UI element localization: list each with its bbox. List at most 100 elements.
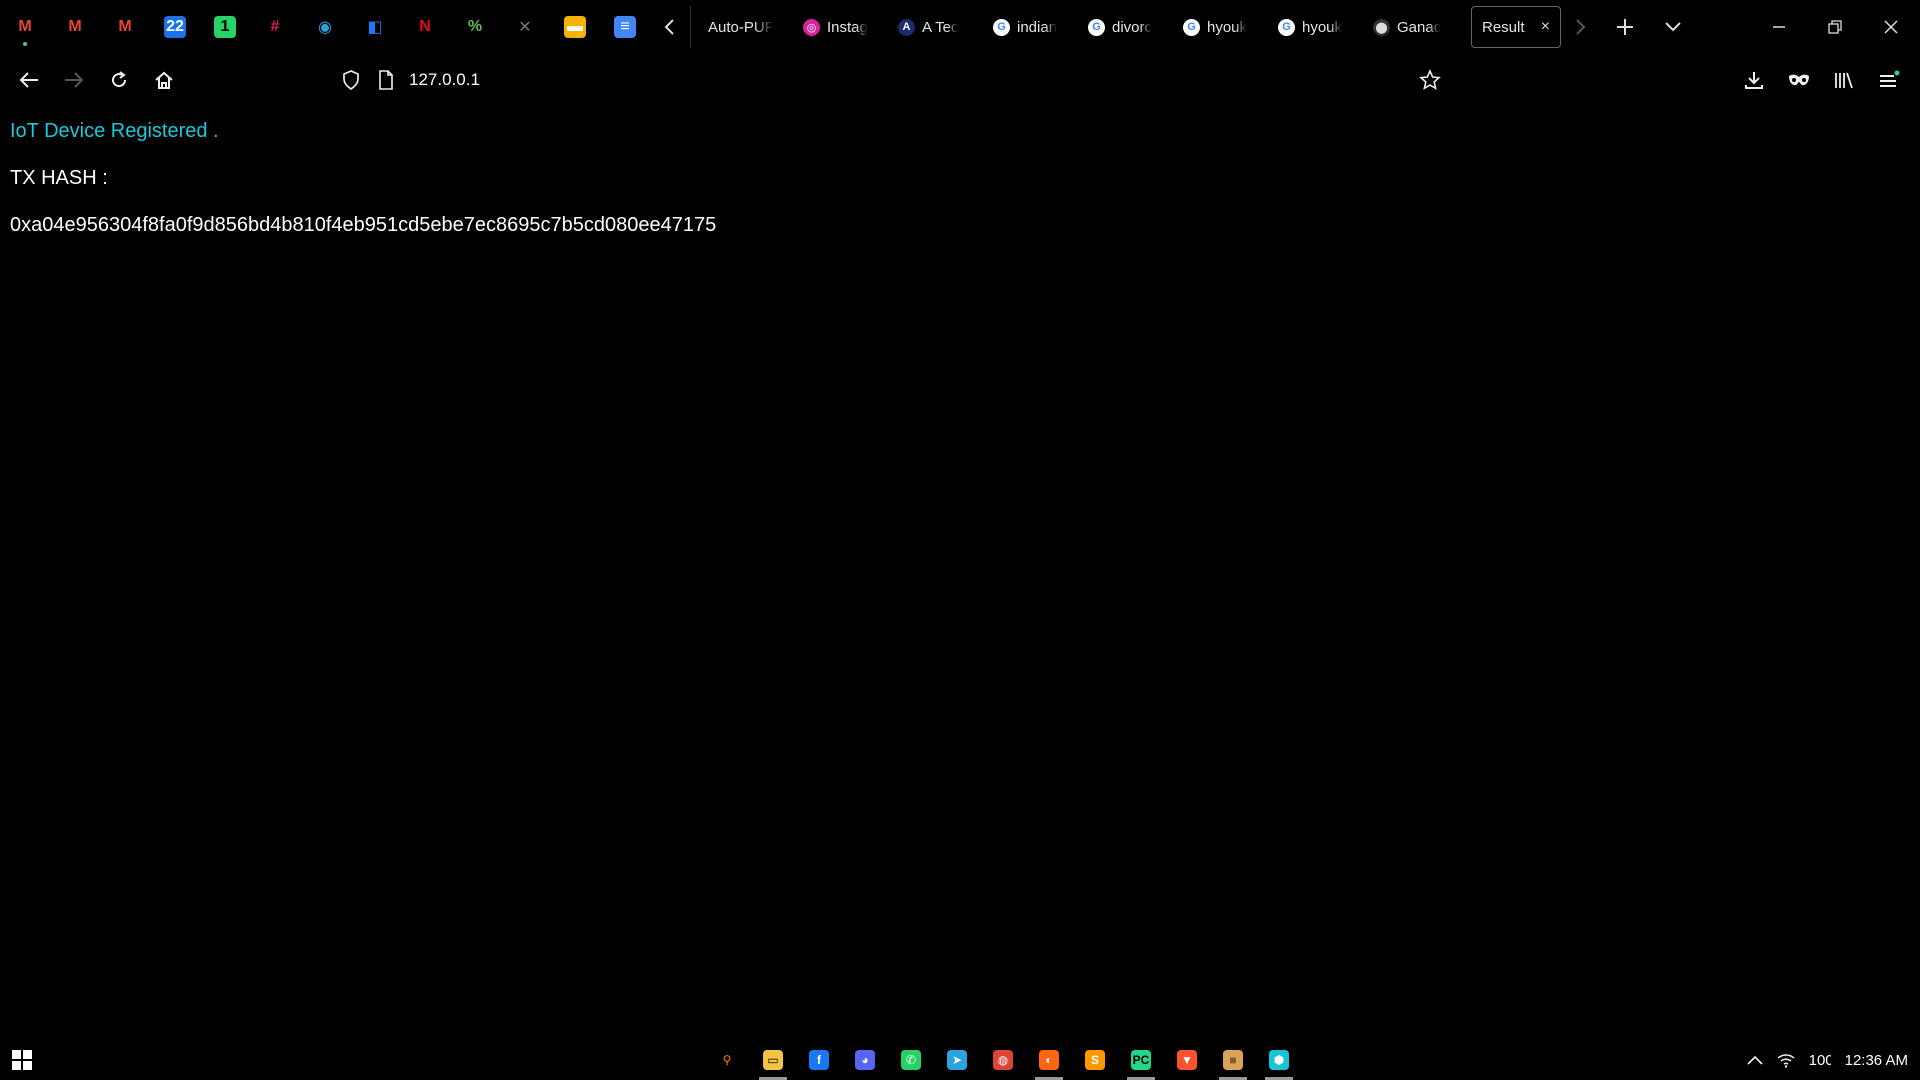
telegram-icon: ➤ xyxy=(947,1050,967,1070)
pinned-tab[interactable]: 22 xyxy=(150,0,200,54)
taskbar-app[interactable]: ▭ xyxy=(750,1040,796,1080)
browser-tab[interactable]: Auto-PUF xyxy=(700,6,795,48)
whatsapp-icon: 1 xyxy=(214,16,236,38)
close-tab-icon[interactable]: × xyxy=(1541,18,1550,36)
pinned-tab[interactable]: ▬ xyxy=(550,0,600,54)
firefox-icon: ◐ xyxy=(1039,1050,1059,1070)
package-icon: ■ xyxy=(1223,1050,1243,1070)
notification-dot xyxy=(23,42,27,46)
taskbar-app[interactable]: ◐ xyxy=(1026,1040,1072,1080)
app-menu-button[interactable] xyxy=(1869,56,1909,104)
pinned-tab[interactable]: ✕ xyxy=(500,0,550,54)
taskbar-app[interactable]: ⬢ xyxy=(1256,1040,1302,1080)
downloads-button[interactable] xyxy=(1734,56,1774,104)
taskbar-app[interactable]: ◕ xyxy=(842,1040,888,1080)
private-browsing-button[interactable] xyxy=(1779,56,1819,104)
browser-tab[interactable]: Ghyouk xyxy=(1175,6,1270,48)
taskbar-app[interactable]: ▼ xyxy=(1164,1040,1210,1080)
gmail-icon: M xyxy=(118,18,132,35)
percent-icon: % xyxy=(467,18,483,35)
browser-tab[interactable]: A A Tec xyxy=(890,6,985,48)
taskbar-app[interactable]: ➤ xyxy=(934,1040,980,1080)
tab-separator xyxy=(690,6,691,48)
bitwarden-icon: ◧ xyxy=(367,19,383,36)
system-tray: 100 12:36 AM xyxy=(1747,1040,1920,1080)
bookmark-button[interactable] xyxy=(1410,56,1450,104)
pinned-tab[interactable]: M xyxy=(50,0,100,54)
plus-icon xyxy=(1617,19,1633,35)
minimize-button[interactable] xyxy=(1751,0,1807,54)
tab-strip: M M M 22 1 # ◉ ◧ N% ✕ ▬ ≡ Auto-PUF ◎ Instag A A Tec Gind… xyxy=(0,0,1920,54)
search-app-icon: ⚲ xyxy=(722,1053,732,1067)
navigation-toolbar: 127.0.0.1 xyxy=(0,56,1920,104)
tab-scroll-right-button[interactable] xyxy=(1566,0,1594,54)
pinned-tab[interactable]: % xyxy=(450,0,500,54)
back-button[interactable] xyxy=(9,56,49,104)
pinned-tab[interactable]: ◧ xyxy=(350,0,400,54)
url-bar[interactable]: 127.0.0.1 xyxy=(409,56,480,104)
star-icon xyxy=(1419,69,1441,90)
site-info-button[interactable] xyxy=(366,56,406,104)
library-icon xyxy=(1835,72,1853,89)
tab-result[interactable]: Result × xyxy=(1471,6,1561,48)
tab-title: indian xyxy=(1017,18,1058,36)
gmail-icon: M xyxy=(18,18,32,35)
calendar-icon: 22 xyxy=(164,16,186,38)
reload-button[interactable] xyxy=(99,56,139,104)
pinned-tab[interactable]: M xyxy=(100,0,150,54)
pinned-tab[interactable]: ◉ xyxy=(300,0,350,54)
pinned-tab[interactable]: 1 xyxy=(200,0,250,54)
home-icon xyxy=(155,71,173,89)
start-button[interactable] xyxy=(0,1040,44,1080)
reload-icon xyxy=(112,71,127,88)
browser-tab[interactable]: Ghyouk xyxy=(1270,6,1365,48)
favicon-icon: G xyxy=(1183,18,1200,36)
tx-hash-label: TX HASH : xyxy=(10,167,108,189)
gmail-icon: M xyxy=(68,18,82,35)
tracking-protection-button[interactable] xyxy=(331,56,371,104)
tab-scroll-left-button[interactable] xyxy=(656,0,684,54)
pinned-tab[interactable]: # xyxy=(250,0,300,54)
minimize-icon xyxy=(1773,26,1785,28)
arrow-left-icon xyxy=(19,72,38,88)
sublime-icon: S xyxy=(1085,1050,1105,1070)
show-hidden-icons-button[interactable] xyxy=(1747,1055,1763,1065)
tab-title: Instag xyxy=(827,18,868,36)
taskbar-app[interactable]: PC xyxy=(1118,1040,1164,1080)
eye-icon: ◉ xyxy=(318,19,332,36)
registration-status-text: IoT Device Registered . xyxy=(10,120,219,142)
favicon-icon: ⬤ xyxy=(1373,18,1390,36)
library-button[interactable] xyxy=(1824,56,1864,104)
taskbar-app[interactable]: ■ xyxy=(1210,1040,1256,1080)
forward-button[interactable] xyxy=(54,56,94,104)
close-window-button[interactable] xyxy=(1863,0,1919,54)
taskbar-app[interactable]: ✆ xyxy=(888,1040,934,1080)
taskbar-app[interactable]: ◍ xyxy=(980,1040,1026,1080)
pinned-tab[interactable]: M xyxy=(0,0,50,54)
browser-tab[interactable]: ⬤ Ganac xyxy=(1365,6,1460,48)
battery-percentage[interactable]: 100 xyxy=(1809,1052,1831,1069)
taskbar-app[interactable]: S xyxy=(1072,1040,1118,1080)
restore-icon xyxy=(1828,20,1842,34)
pinned-tab[interactable]: N xyxy=(400,0,450,54)
clock[interactable]: 12:36 AM xyxy=(1845,1052,1908,1069)
wifi-status[interactable] xyxy=(1777,1052,1795,1068)
docs-icon: ≡ xyxy=(614,16,636,38)
tab-list: Auto-PUF ◎ Instag A A Tec Gindian Gdivorc Ghyou… xyxy=(700,0,1460,54)
arrow-right-icon xyxy=(65,72,84,88)
pinned-tab[interactable]: ≡ xyxy=(600,0,650,54)
favicon-icon: A xyxy=(898,18,915,36)
home-button[interactable] xyxy=(144,56,184,104)
browser-tab[interactable]: Gdivorc xyxy=(1080,6,1175,48)
restore-button[interactable] xyxy=(1807,0,1863,54)
taskbar-app[interactable]: f xyxy=(796,1040,842,1080)
new-tab-button[interactable] xyxy=(1610,0,1640,54)
favicon-icon: G xyxy=(1088,18,1105,36)
taskbar-app[interactable]: ⚲ xyxy=(704,1040,750,1080)
browser-tab[interactable]: Gindian xyxy=(985,6,1080,48)
chevron-up-icon xyxy=(1747,1055,1763,1065)
download-icon xyxy=(1745,72,1763,89)
list-all-tabs-button[interactable] xyxy=(1658,0,1688,54)
chrome-icon: ◍ xyxy=(993,1050,1013,1070)
browser-tab[interactable]: ◎ Instag xyxy=(795,6,890,48)
